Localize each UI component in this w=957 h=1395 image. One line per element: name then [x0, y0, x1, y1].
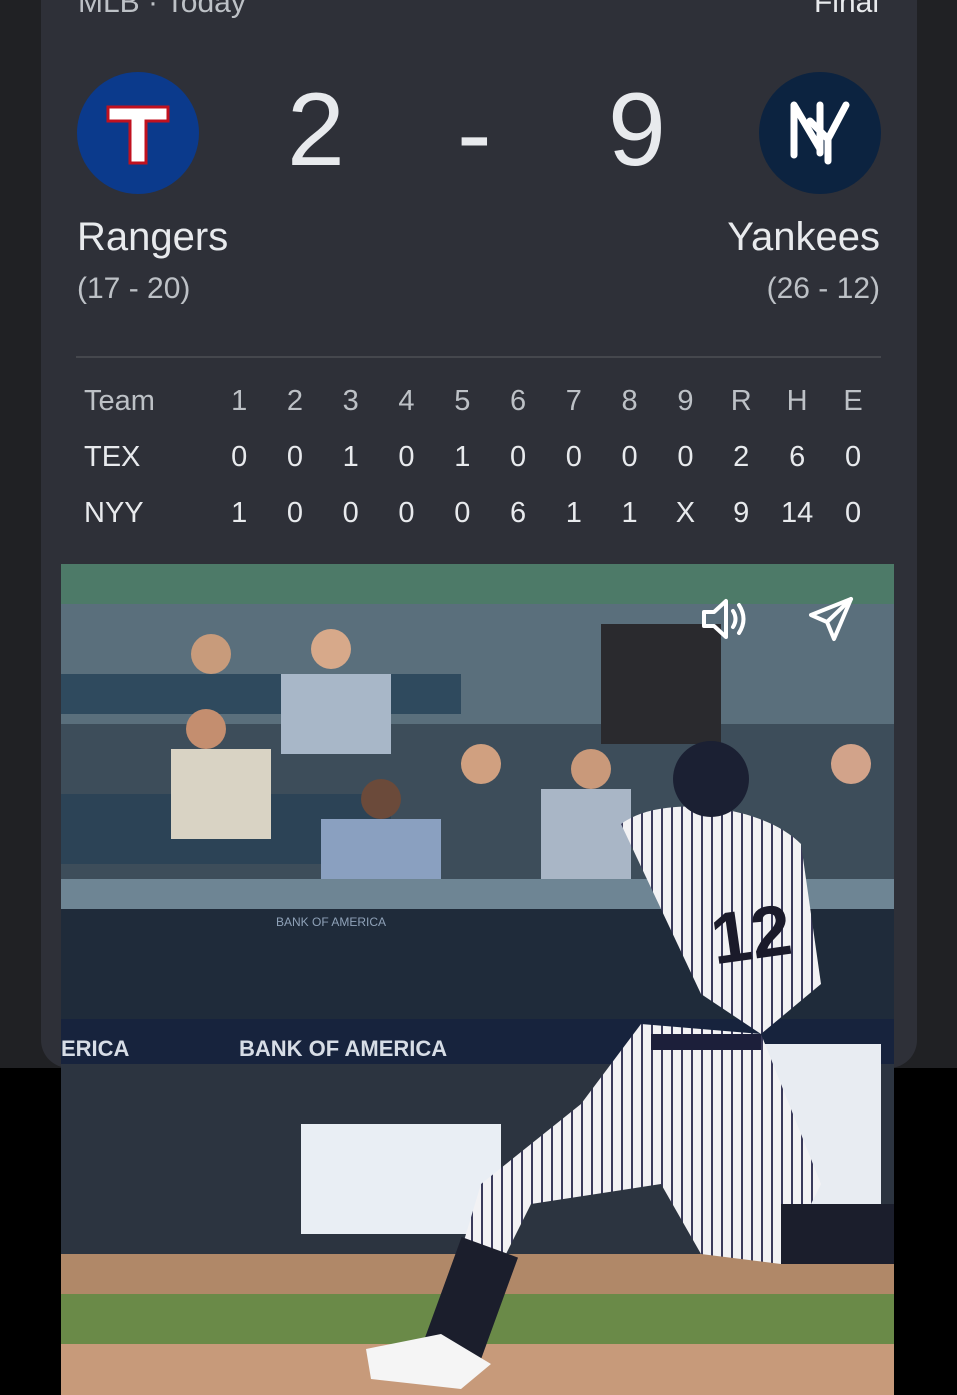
table-cell: 0 — [845, 440, 862, 473]
table-row: TEX 0 0 1 0 1 0 0 0 0 2 6 0 — [76, 429, 881, 485]
linescore-header: H — [786, 385, 808, 417]
sound-toggle-button[interactable] — [696, 591, 752, 647]
home-team-name[interactable]: Yankees — [727, 215, 880, 260]
linescore-header: 3 — [342, 385, 359, 417]
yankees-logo[interactable] — [759, 72, 881, 194]
divider — [76, 356, 881, 358]
home-team-record: (26 - 12) — [766, 272, 880, 305]
yankees-ny-icon — [790, 101, 850, 165]
table-cell: 0 — [286, 496, 303, 529]
share-button[interactable] — [803, 591, 859, 647]
table-cell: 0 — [565, 440, 582, 473]
linescore-header: E — [843, 385, 863, 417]
table-cell: 1 — [565, 496, 582, 529]
linescore-header: 1 — [231, 385, 248, 417]
table-cell: 0 — [509, 440, 527, 473]
linescore-table: Team 1 2 3 4 5 6 7 8 9 R H E TEX 0 0 1 0… — [76, 385, 881, 541]
table-cell: 0 — [677, 440, 694, 473]
table-cell: 0 — [342, 496, 359, 529]
table-cell: 1 — [621, 496, 638, 529]
table-row: NYY 1 0 0 0 0 6 1 1 X 9 14 0 — [76, 485, 881, 541]
linescore-header: 6 — [509, 385, 527, 417]
linescore-header: 2 — [286, 385, 303, 417]
send-icon — [809, 597, 853, 641]
table-cell: 0 — [398, 496, 415, 529]
league-date: MLB · Today — [78, 0, 246, 19]
away-team-name[interactable]: Rangers — [77, 215, 228, 260]
linescore-header: 7 — [565, 385, 582, 417]
linescore-header-row: Team 1 2 3 4 5 6 7 8 9 R H E — [76, 385, 881, 429]
table-cell: 0 — [845, 496, 862, 529]
table-cell: 6 — [509, 496, 527, 529]
home-score: 9 — [608, 72, 666, 188]
linescore-header: R — [730, 385, 752, 417]
table-cell: 6 — [789, 440, 806, 473]
table-cell: 1 — [454, 440, 471, 473]
table-cell: 14 — [781, 496, 814, 529]
table-cell: 9 — [733, 496, 750, 529]
table-cell: 2 — [733, 440, 750, 473]
highlight-video[interactable]: BANK OF AMERICA ERICA BANK OF AMERICA 12 — [61, 564, 894, 1395]
table-cell: TEX — [84, 440, 141, 473]
table-cell: 1 — [231, 496, 248, 529]
table-cell: 0 — [621, 440, 638, 473]
jersey-number: 12 — [706, 890, 796, 980]
game-meta: MLB · Today Final — [78, 0, 879, 20]
signage-text: BANK OF AMERICA — [239, 1036, 447, 1061]
game-status: Final — [813, 0, 879, 19]
linescore-header: Team — [84, 385, 155, 417]
table-cell: 0 — [454, 496, 471, 529]
speaker-icon — [702, 599, 746, 639]
score-separator: - — [457, 76, 492, 192]
table-cell: X — [675, 496, 696, 529]
table-cell: 0 — [398, 440, 415, 473]
signage-text: BANK OF AMERICA — [276, 915, 386, 929]
linescore-header: 8 — [621, 385, 638, 417]
away-team-record: (17 - 20) — [77, 272, 191, 305]
rangers-logo[interactable] — [77, 72, 199, 194]
linescore-header: 4 — [398, 385, 415, 417]
table-cell: 1 — [342, 440, 359, 473]
signage-text: ERICA — [61, 1036, 130, 1061]
table-cell: 0 — [286, 440, 303, 473]
away-score: 2 — [287, 72, 345, 188]
rangers-t-icon — [106, 105, 170, 165]
table-cell: NYY — [84, 496, 144, 529]
linescore-header: 9 — [677, 385, 694, 417]
table-cell: 0 — [231, 440, 248, 473]
linescore-header: 5 — [454, 385, 471, 417]
video-frame-image: BANK OF AMERICA ERICA BANK OF AMERICA 12 — [61, 564, 894, 1395]
